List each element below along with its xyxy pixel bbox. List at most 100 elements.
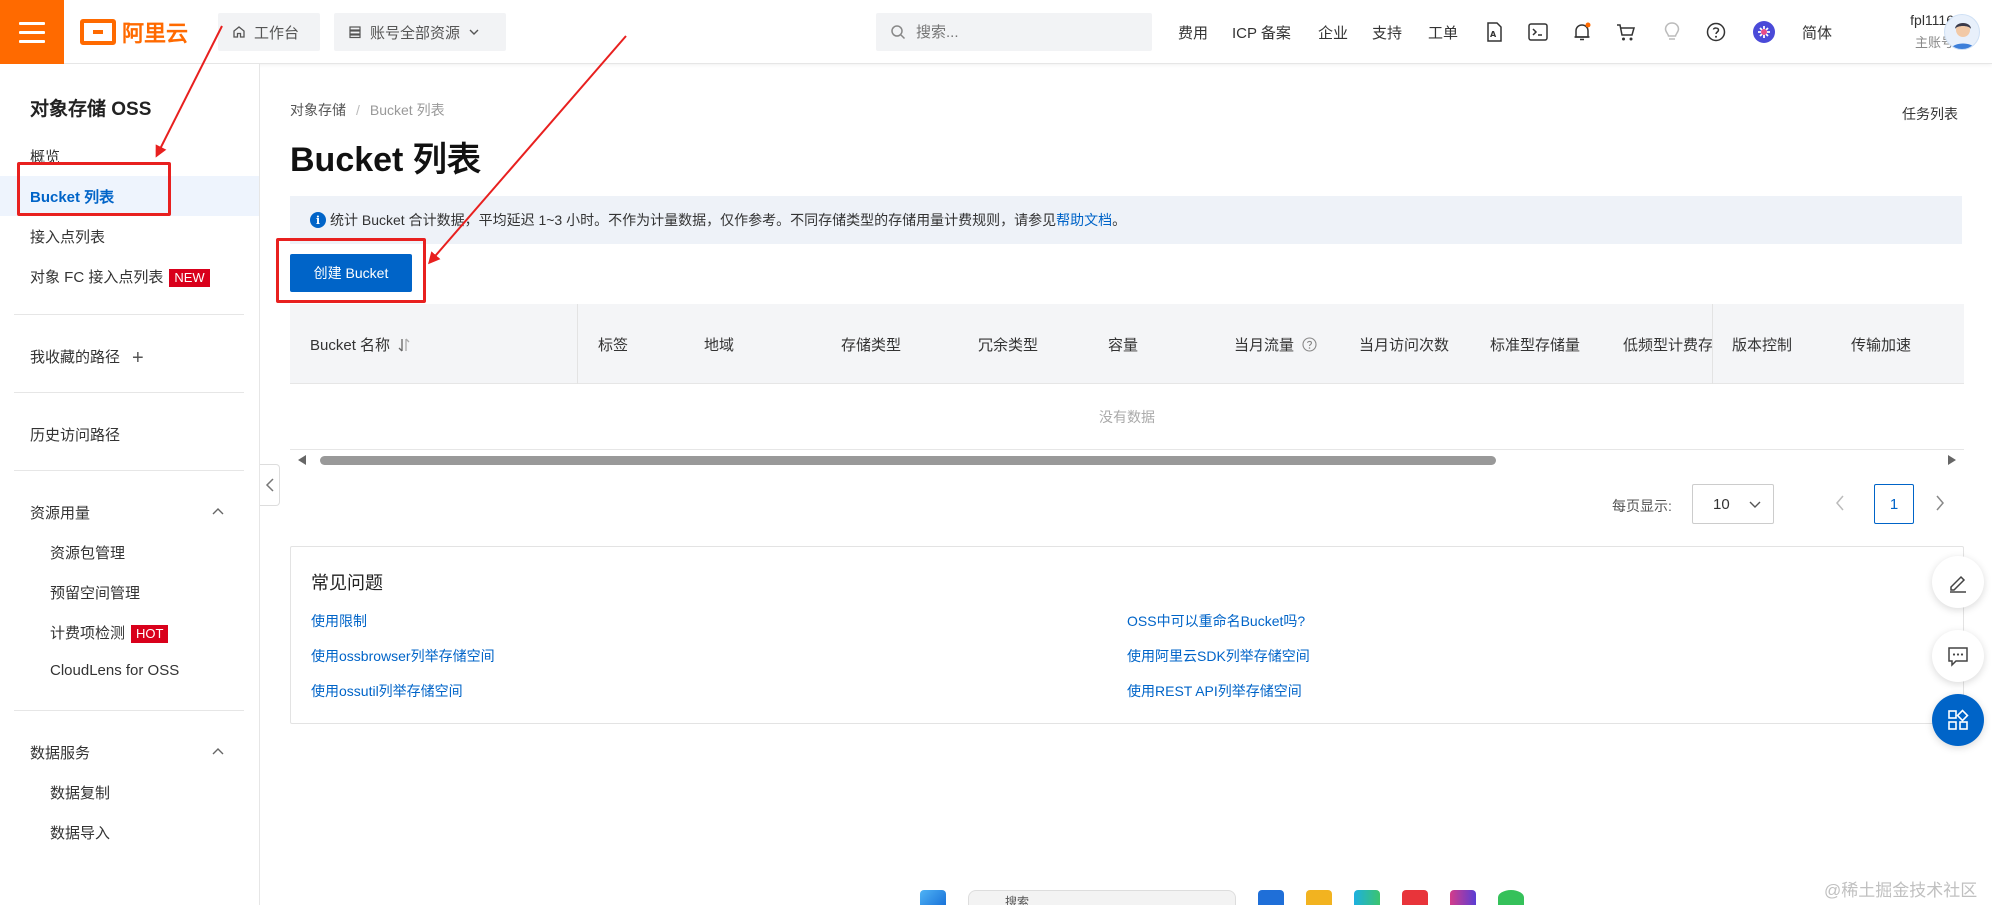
faq-link[interactable]: 使用ossbrowser列举存储空间 <box>311 646 495 666</box>
logo-text: 阿里云 <box>122 21 189 46</box>
user-name: fpl1116 <box>1910 12 1954 28</box>
sidebar-collapse-button[interactable] <box>260 464 280 506</box>
info-end: 。 <box>1112 212 1127 228</box>
annotation-box-create-button <box>276 238 426 303</box>
taskbar-app-icon[interactable] <box>1450 890 1476 905</box>
sidebar-item-data-import[interactable]: 数据导入 <box>50 822 110 843</box>
lightbulb-icon[interactable] <box>1660 20 1684 44</box>
faq-link[interactable]: 使用REST API列举存储空间 <box>1127 681 1302 701</box>
page-number-current[interactable]: 1 <box>1874 484 1914 524</box>
empty-state: 没有数据 <box>290 384 1964 450</box>
fc-access-points-label: 对象 FC 接入点列表 <box>30 269 164 286</box>
sidebar-item-reserved-space[interactable]: 预留空间管理 <box>50 582 140 603</box>
globe-language-icon[interactable] <box>1752 20 1776 44</box>
column-region: 地域 <box>704 337 735 354</box>
hamburger-menu-button[interactable] <box>0 0 64 64</box>
folder-icon[interactable] <box>1306 890 1332 905</box>
faq-link[interactable]: 使用限制 <box>311 611 367 631</box>
sidebar-item-cloudlens[interactable]: CloudLens for OSS <box>50 662 179 679</box>
terminal-icon[interactable] <box>1526 20 1550 44</box>
sidebar-group-resource-usage[interactable]: 资源用量 <box>30 502 90 523</box>
info-notice: i 统计 Bucket 合计数据，平均延迟 1~3 小时。不作为计量数据，仅作参… <box>290 196 1962 244</box>
prev-page-icon[interactable] <box>1834 494 1846 512</box>
scrollbar-thumb[interactable] <box>320 456 1496 465</box>
apps-grid-icon <box>1948 709 1969 730</box>
chevron-up-icon[interactable] <box>212 746 224 758</box>
sidebar-divider <box>14 710 244 711</box>
sidebar-item-resource-pkg[interactable]: 资源包管理 <box>50 542 125 563</box>
page-size-select[interactable]: 10 <box>1692 484 1774 524</box>
global-search[interactable] <box>876 13 1152 51</box>
column-divider <box>1712 304 1713 384</box>
sidebar-divider <box>14 470 244 471</box>
sidebar-item-data-replication[interactable]: 数据复制 <box>50 782 110 803</box>
horizontal-scrollbar[interactable] <box>290 452 1964 468</box>
aliyun-logo[interactable]: 阿里云 <box>80 14 188 50</box>
user-account[interactable]: fpl1116 主账号 <box>1870 12 1954 51</box>
nav-billing[interactable]: 费用 <box>1178 22 1208 43</box>
task-list-link[interactable]: 任务列表 <box>1902 104 1958 124</box>
search-icon <box>891 25 906 40</box>
chevron-left-icon <box>265 478 274 492</box>
search-input[interactable] <box>916 23 1116 41</box>
scroll-right-icon[interactable] <box>1948 455 1956 465</box>
faq-link[interactable]: 使用阿里云SDK列举存储空间 <box>1127 646 1310 666</box>
column-tags: 标签 <box>598 337 629 354</box>
taskbar-app-icon[interactable] <box>1402 890 1428 905</box>
faq-link[interactable]: OSS中可以重命名Bucket吗? <box>1127 611 1305 631</box>
wechat-icon[interactable] <box>1498 890 1524 905</box>
aliyun-logo-icon <box>80 19 116 45</box>
sort-icon[interactable] <box>398 338 410 352</box>
cart-icon[interactable] <box>1614 20 1638 44</box>
apps-button[interactable] <box>1932 694 1984 746</box>
next-page-icon[interactable] <box>1934 494 1946 512</box>
sidebar-item-billing-check[interactable]: 计费项检测 HOT <box>50 622 169 643</box>
column-redundancy: 冗余类型 <box>978 337 1039 354</box>
scroll-left-icon[interactable] <box>298 455 306 465</box>
column-monthly-traffic: 当月流量 <box>1234 334 1317 355</box>
workbench-button[interactable]: 工作台 <box>218 13 320 51</box>
sidebar-divider <box>14 314 244 315</box>
column-monthly-requests: 当月访问次数 <box>1359 337 1450 354</box>
home-icon <box>233 26 245 38</box>
nav-icp[interactable]: ICP 备案 <box>1232 22 1291 43</box>
edge-browser-icon[interactable] <box>1354 890 1380 905</box>
plus-icon[interactable]: + <box>132 348 144 368</box>
resources-dropdown[interactable]: 账号全部资源 <box>334 13 506 51</box>
column-versioning: 版本控制 <box>1732 337 1793 354</box>
nav-support[interactable]: 支持 <box>1372 22 1402 43</box>
taskbar-app-icon[interactable] <box>1258 890 1284 905</box>
column-bucket-name[interactable]: Bucket 名称 <box>310 334 410 355</box>
resources-label: 账号全部资源 <box>370 24 461 42</box>
question-icon[interactable] <box>1302 337 1317 352</box>
os-taskbar: 搜索 <box>920 890 1524 905</box>
workbench-label: 工作台 <box>254 24 300 42</box>
feedback-edit-button[interactable] <box>1932 556 1984 608</box>
faq-panel: 常见问题 使用限制 使用ossbrowser列举存储空间 使用ossutil列举… <box>290 546 1964 724</box>
api-icon[interactable]: A <box>1482 20 1506 44</box>
help-doc-link[interactable]: 帮助文档 <box>1056 212 1112 228</box>
avatar[interactable] <box>1944 14 1980 50</box>
chat-button[interactable] <box>1932 630 1984 682</box>
watermark: @稀土掘金技术社区 <box>1824 881 1978 900</box>
sidebar-item-history[interactable]: 历史访问路径 <box>30 424 120 445</box>
top-navigation-bar: 阿里云 工作台 账号全部资源 费用 ICP 备案 企业 支持 工单 A 简体 f… <box>0 0 1992 64</box>
nav-ticket[interactable]: 工单 <box>1428 22 1458 43</box>
sidebar-title: 对象存储 OSS <box>30 99 152 120</box>
faq-title: 常见问题 <box>311 573 383 593</box>
sidebar-item-favorites[interactable]: 我收藏的路径 + <box>30 346 144 368</box>
language-switch[interactable]: 简体 <box>1802 22 1832 43</box>
sidebar-item-access-points[interactable]: 接入点列表 <box>30 226 105 247</box>
help-icon[interactable] <box>1704 20 1728 44</box>
bell-icon[interactable] <box>1570 20 1594 44</box>
taskbar-search[interactable]: 搜索 <box>968 890 1236 905</box>
sidebar-item-fc-access-points[interactable]: 对象 FC 接入点列表 NEW <box>30 266 210 287</box>
breadcrumb-root[interactable]: 对象存储 <box>290 102 346 118</box>
chevron-up-icon[interactable] <box>212 506 224 518</box>
breadcrumb: 对象存储 / Bucket 列表 <box>290 100 445 120</box>
column-monthly-traffic-label: 当月流量 <box>1234 337 1295 354</box>
sidebar-group-data-service[interactable]: 数据服务 <box>30 742 90 763</box>
nav-enterprise[interactable]: 企业 <box>1318 22 1348 43</box>
windows-start-icon[interactable] <box>920 890 946 905</box>
faq-link[interactable]: 使用ossutil列举存储空间 <box>311 681 463 701</box>
